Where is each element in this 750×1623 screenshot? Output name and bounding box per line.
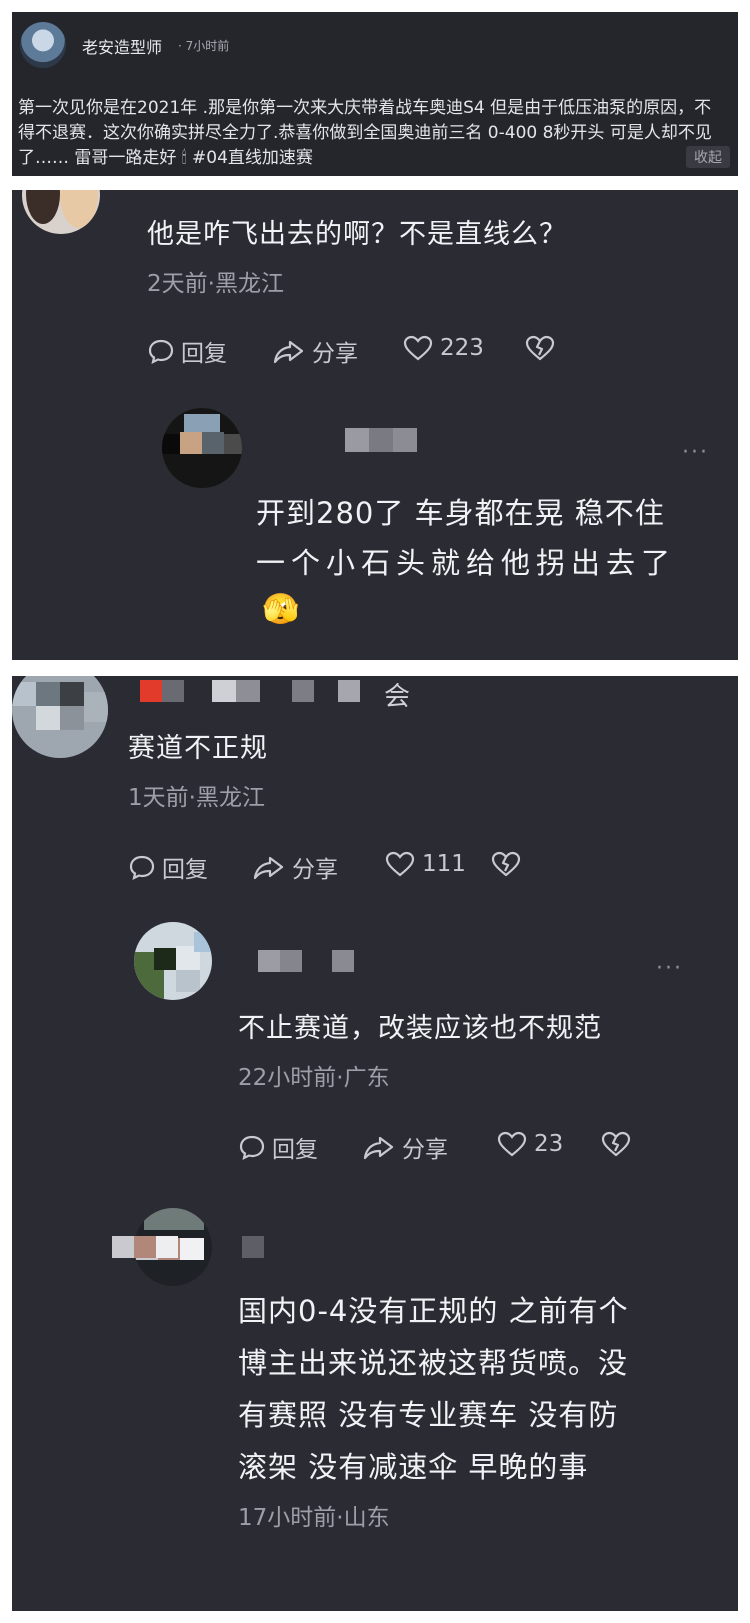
share-button[interactable]: 分享 (362, 1130, 448, 1164)
comment-meta: 2天前·黑龙江 (147, 271, 284, 297)
reply-text-line1: 开到280了 车身都在晃 稳不住 (256, 496, 665, 530)
reply-label: 回复 (272, 1137, 318, 1163)
post-header-panel: 老安造型师 · 7小时前 第一次见你是在2021年 .那是你第一次来大庆带着战车… (12, 12, 738, 176)
commenter-avatar[interactable] (22, 190, 100, 234)
share-label: 分享 (292, 857, 338, 883)
reply-text-line4: 滚架 没有减速伞 早晚的事 (238, 1450, 589, 1484)
reply-label: 回复 (181, 341, 227, 367)
author-name[interactable]: 老安造型师 (82, 34, 162, 58)
comment-text: 赛道不正规 (128, 733, 268, 764)
like-button[interactable]: 23 (496, 1130, 563, 1158)
commenter-avatar[interactable] (12, 676, 108, 758)
comment-bubble-icon (129, 855, 155, 881)
comment-text: 他是咋飞出去的啊？不是直线么？ (147, 219, 567, 250)
reply-avatar[interactable] (162, 408, 242, 488)
share-arrow-icon (273, 340, 304, 364)
dislike-button[interactable] (524, 334, 562, 362)
reply-text-line2: 一个小石头就给他拐出去了 (256, 546, 677, 580)
like-button[interactable]: 111 (384, 850, 466, 878)
reply-username-redacted (112, 1236, 264, 1258)
like-button[interactable]: 223 (402, 334, 484, 362)
like-count: 111 (422, 851, 466, 877)
comment-meta: 1天前·黑龙江 (128, 785, 265, 811)
broken-heart-icon (491, 851, 521, 877)
collapse-button[interactable]: 收起 (686, 146, 730, 168)
like-count: 23 (534, 1131, 564, 1157)
share-arrow-icon (253, 856, 284, 880)
commenter-name-redacted (140, 680, 400, 704)
comment-panel-2: 会 赛道不正规 1天前·黑龙江 回复 分享 111 ··· 不止赛道，改装应该也… (12, 676, 738, 1611)
reply-username-redacted (258, 950, 366, 972)
broken-heart-icon (525, 335, 555, 361)
reply-avatar[interactable] (134, 922, 212, 1000)
share-label: 分享 (402, 1137, 448, 1163)
commenter-name-suffix: 会 (384, 682, 411, 712)
reply-label: 回复 (162, 857, 208, 883)
more-options-icon[interactable]: ··· (682, 440, 709, 465)
comment-bubble-icon (239, 1135, 265, 1161)
dislike-button[interactable] (490, 850, 528, 878)
reply-text: 不止赛道，改装应该也不规范 (238, 1013, 602, 1044)
reply-text-line1: 国内0-4没有正规的 之前有个 (238, 1294, 629, 1328)
heart-icon (385, 851, 415, 877)
share-arrow-icon (363, 1136, 394, 1160)
share-button[interactable]: 分享 (252, 850, 338, 884)
post-time: · 7小时前 (178, 39, 230, 53)
reply-meta: 22小时前·广东 (238, 1065, 390, 1091)
reply-meta: 17小时前·山东 (238, 1505, 390, 1531)
reply-button[interactable]: 回复 (128, 850, 208, 884)
author-avatar[interactable] (20, 22, 66, 68)
more-options-icon[interactable]: ··· (656, 956, 683, 981)
share-button[interactable]: 分享 (272, 334, 358, 368)
dislike-button[interactable] (600, 1130, 638, 1158)
reply-username-redacted (345, 428, 417, 452)
post-body: 第一次见你是在2021年 .那是你第一次来大庆带着战车奥迪S4 但是由于低压油泵… (18, 98, 712, 168)
reply-text-line3: 有赛照 没有专业赛车 没有防 (238, 1398, 619, 1432)
broken-heart-icon (601, 1131, 631, 1157)
comment-panel-1: 他是咋飞出去的啊？不是直线么？ 2天前·黑龙江 回复 分享 223 ··· 开到… (12, 190, 738, 660)
reply-button[interactable]: 回复 (147, 334, 227, 368)
reply-button[interactable]: 回复 (238, 1130, 318, 1164)
emoji: 🫣 (262, 592, 300, 627)
heart-icon (497, 1131, 527, 1157)
like-count: 223 (440, 335, 484, 361)
reply-text-line2: 博主出来说还被这帮货喷。没 (238, 1346, 629, 1380)
heart-icon (403, 335, 433, 361)
share-label: 分享 (312, 341, 358, 367)
comment-bubble-icon (148, 339, 174, 365)
